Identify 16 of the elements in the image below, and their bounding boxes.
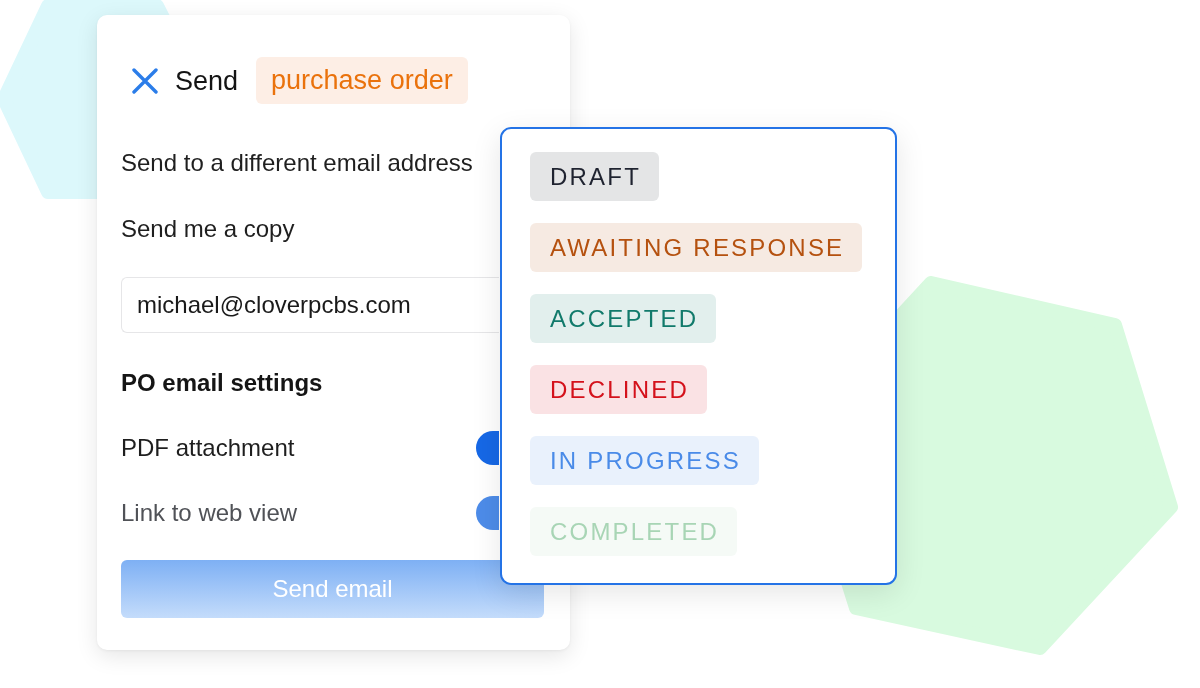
email-field[interactable]: michael@cloverpcbs.com: [121, 277, 499, 333]
toggle-switch[interactable]: [476, 496, 499, 530]
toggle-switch[interactable]: [476, 431, 499, 465]
status-tag[interactable]: IN PROGRESS: [530, 436, 759, 485]
setting-label: Link to web view: [121, 499, 298, 527]
status-tag[interactable]: DECLINED: [530, 365, 707, 414]
status-tag[interactable]: ACCEPTED: [530, 294, 717, 343]
send-option[interactable]: Send me a copy: [121, 215, 295, 243]
send-option[interactable]: Send to a different email address: [121, 149, 473, 177]
settings-heading: PO email settings: [121, 369, 323, 397]
document-type-badge: purchase order: [256, 57, 468, 104]
close-icon[interactable]: [132, 67, 158, 94]
dialog-title: Send: [175, 64, 239, 97]
setting-label: PDF attachment: [121, 434, 295, 462]
status-tag[interactable]: AWAITING RESPONSE: [530, 223, 863, 272]
status-tag[interactable]: DRAFT: [530, 152, 659, 201]
